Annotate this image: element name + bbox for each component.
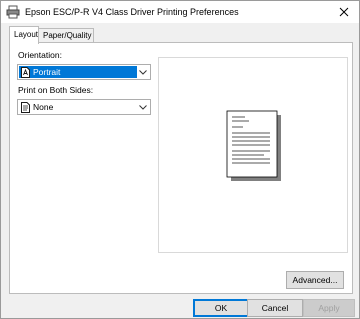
printer-icon: [6, 5, 20, 19]
orientation-label: Orientation:: [18, 50, 62, 60]
print-both-sides-label: Print on Both Sides:: [18, 85, 94, 95]
close-icon: [339, 7, 349, 17]
advanced-button[interactable]: Advanced...: [286, 271, 344, 289]
print-both-sides-select[interactable]: None: [17, 99, 151, 115]
printing-preferences-window: Epson ESC/P-R V4 Class Driver Printing P…: [0, 0, 360, 319]
apply-button[interactable]: Apply: [303, 299, 355, 317]
page-preview: [158, 57, 348, 253]
window-title: Epson ESC/P-R V4 Class Driver Printing P…: [25, 7, 239, 17]
tab-layout[interactable]: Layout: [9, 26, 39, 44]
portrait-page-icon: [21, 67, 30, 78]
title-bar: Epson ESC/P-R V4 Class Driver Printing P…: [1, 1, 359, 23]
ok-button[interactable]: OK: [193, 299, 249, 317]
chevron-down-icon: [139, 70, 147, 75]
close-button[interactable]: [329, 1, 359, 23]
duplex-page-icon: [21, 102, 30, 113]
tab-paper-quality[interactable]: Paper/Quality: [38, 28, 94, 43]
tab-strip: Layout Paper/Quality: [9, 26, 353, 44]
layout-panel: Orientation: Portrait Print on Both Side…: [9, 42, 353, 294]
chevron-down-icon: [139, 105, 147, 110]
orientation-value: Portrait: [33, 67, 61, 77]
cancel-button[interactable]: Cancel: [247, 299, 303, 317]
orientation-select[interactable]: Portrait: [17, 64, 151, 80]
print-both-sides-value: None: [33, 102, 54, 112]
document-page-icon: [226, 110, 281, 181]
